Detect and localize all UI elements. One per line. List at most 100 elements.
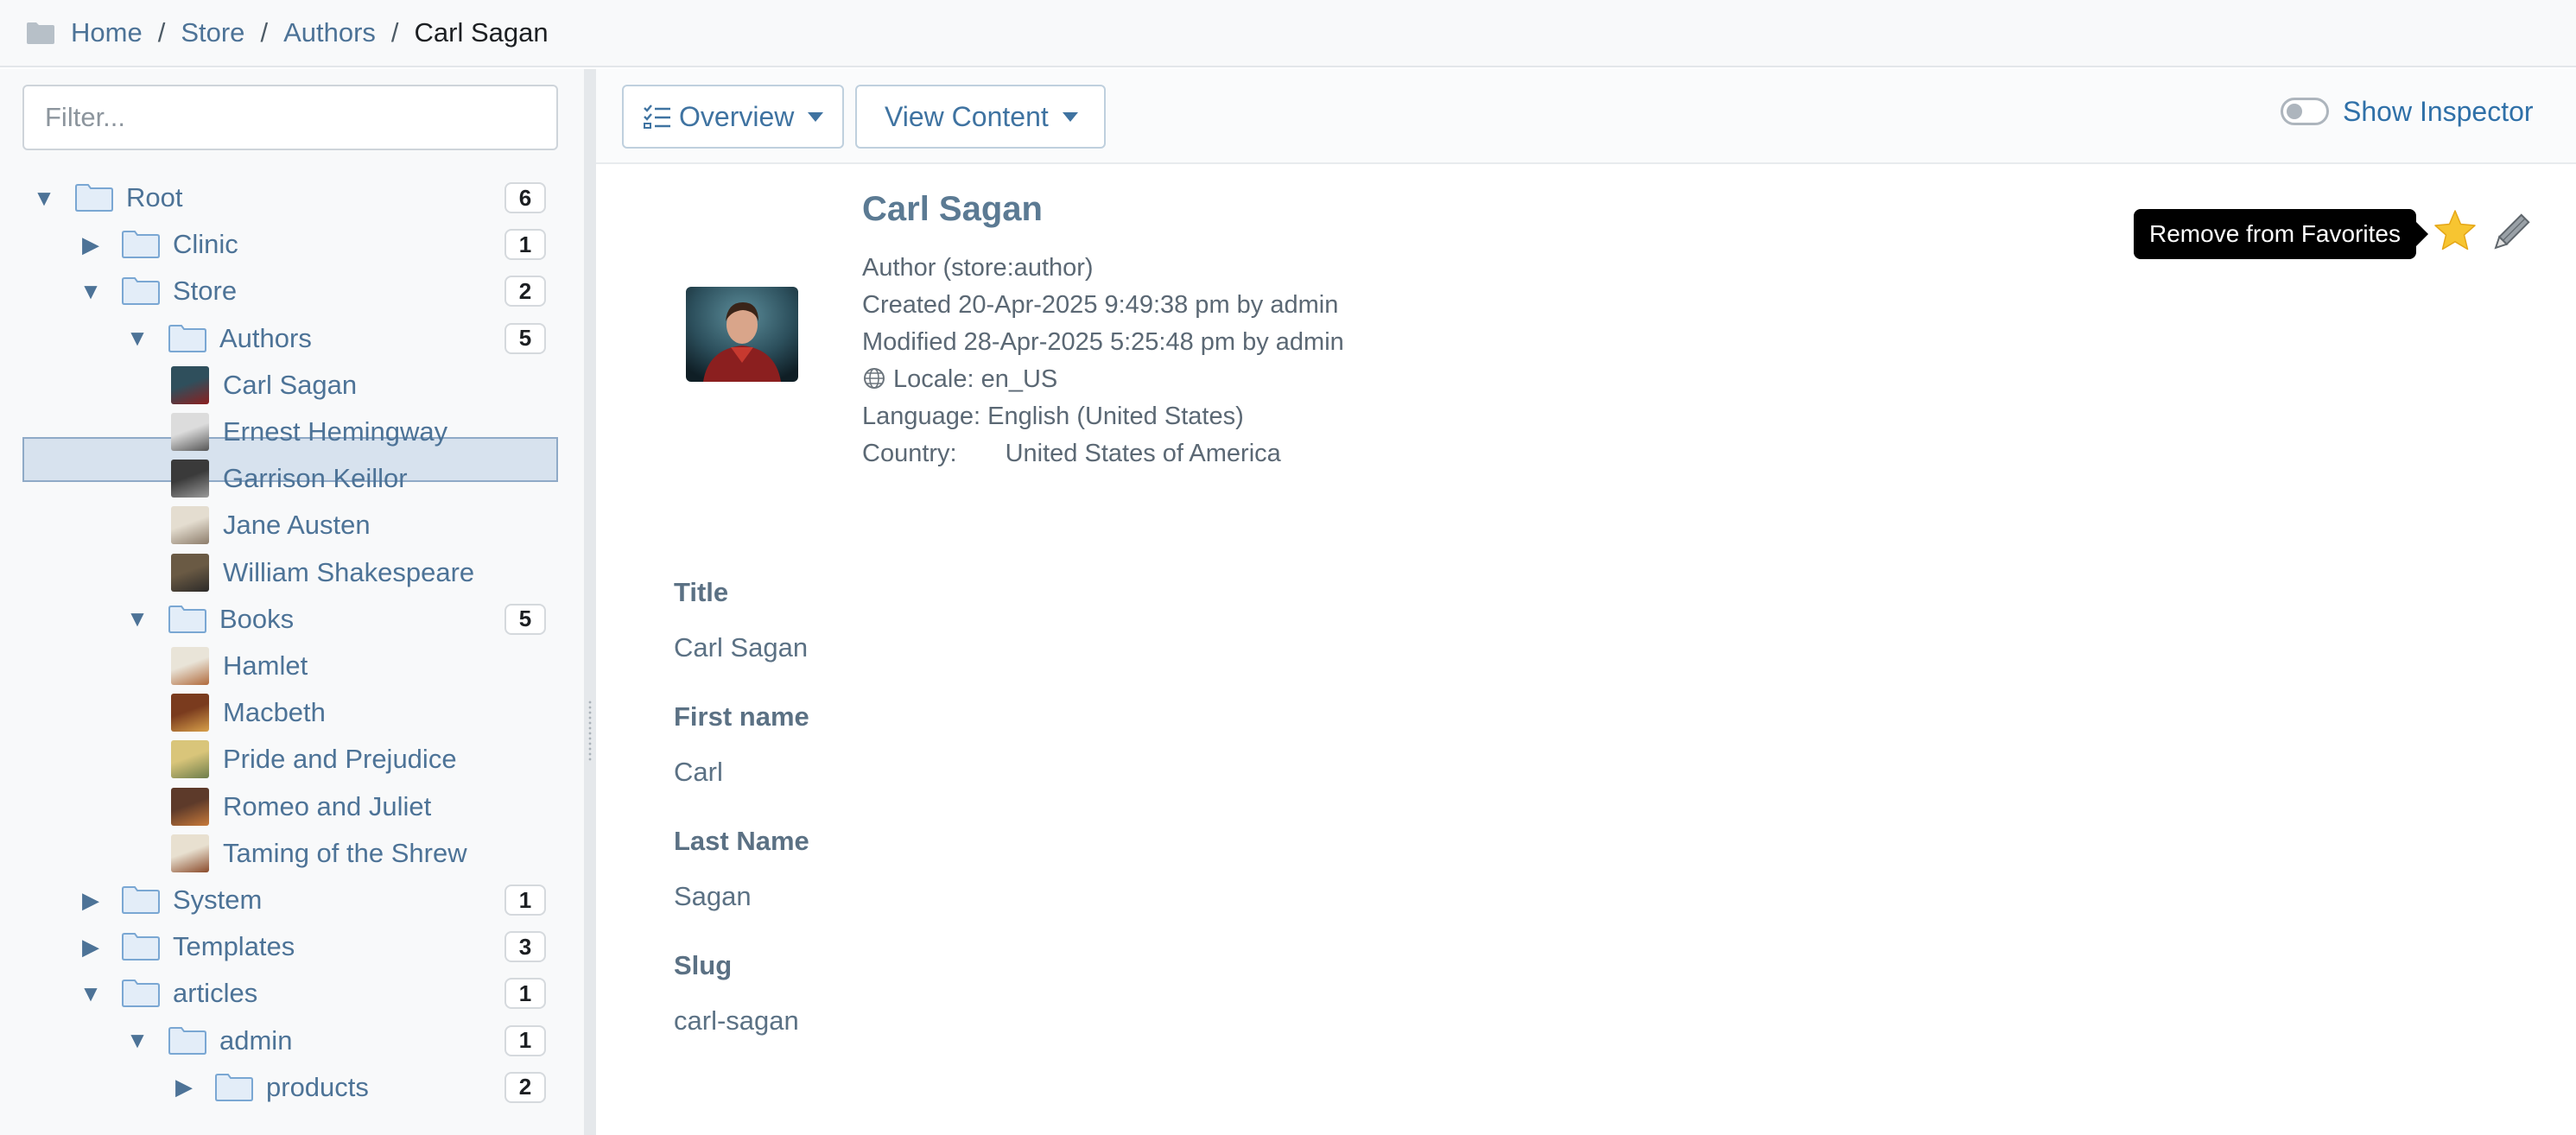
field-label-slug: Slug — [674, 950, 733, 980]
tree-folder[interactable]: ▶ products — [171, 1066, 369, 1109]
field-value-slug: carl-sagan — [674, 1005, 799, 1036]
tree-label: System — [173, 885, 263, 915]
globe-icon — [864, 368, 885, 389]
tree-item[interactable]: Romeo and Juliet — [171, 785, 431, 828]
tree-item[interactable]: Carl Sagan — [171, 364, 357, 407]
overview-label: Overview — [679, 100, 795, 132]
tree-item[interactable]: Taming of the Shrew — [171, 832, 467, 875]
breadcrumb-separator: / — [157, 17, 166, 48]
view-content-button[interactable]: View Content — [855, 85, 1106, 149]
tree-folder[interactable]: ▶ Clinic — [78, 223, 238, 266]
tree-label: Ernest Hemingway — [223, 416, 448, 447]
pane-splitter[interactable] — [584, 69, 596, 1135]
locale-line: Locale: en_US — [862, 365, 1057, 394]
caret-down-icon — [808, 111, 824, 122]
type-line: Author (store:author) — [862, 254, 1094, 282]
folder-icon — [122, 886, 160, 914]
item-thumbnail — [171, 740, 209, 779]
toolbar: Overview View Content Show Inspector — [596, 69, 2576, 164]
item-thumbnail — [171, 694, 209, 732]
breadcrumb-separator: / — [260, 17, 269, 48]
modified-line: Modified 28-Apr-2025 5:25:48 pm by admin — [862, 328, 1344, 356]
tree-folder[interactable]: ▼ Books — [124, 598, 294, 641]
tree-item[interactable]: Macbeth — [171, 691, 326, 734]
field-value-last-name: Sagan — [674, 881, 752, 911]
star-icon[interactable] — [2431, 207, 2479, 256]
item-thumbnail — [171, 553, 209, 592]
caret-down-icon[interactable]: ▼ — [124, 1027, 150, 1054]
tree-label: Jane Austen — [223, 510, 371, 541]
avatar — [686, 287, 798, 382]
splitter-grip[interactable] — [587, 700, 593, 762]
tree-label: Hamlet — [223, 650, 308, 681]
tree-item[interactable]: Garrison Keillor — [171, 457, 408, 500]
tree-folder[interactable]: ▼ Authors — [124, 317, 312, 360]
tree-label: Garrison Keillor — [223, 463, 408, 494]
page-title: Carl Sagan — [862, 190, 1043, 228]
item-thumbnail — [171, 647, 209, 685]
caret-down-icon[interactable]: ▼ — [78, 278, 104, 305]
inspector-toggle-group[interactable]: Show Inspector — [2281, 90, 2534, 133]
folder-icon — [122, 980, 160, 1008]
tree-label: admin — [219, 1024, 293, 1056]
language-line: Language: English (United States) — [862, 403, 1244, 430]
tree-folder[interactable]: ▼ admin — [124, 1019, 292, 1062]
inspector-label[interactable]: Show Inspector — [2343, 96, 2534, 128]
folder-icon — [27, 22, 54, 44]
folder-icon — [168, 605, 206, 633]
folder-icon — [122, 277, 160, 306]
caret-down-icon[interactable]: ▼ — [124, 606, 150, 632]
child-count-badge: 6 — [504, 182, 546, 213]
item-thumbnail — [171, 506, 209, 545]
field-label-first-name: First name — [674, 701, 809, 732]
breadcrumb-store[interactable]: Store — [181, 17, 244, 48]
caret-down-icon[interactable]: ▼ — [124, 325, 150, 352]
main-pane: Overview View Content Show Inspector Car… — [596, 69, 2576, 1135]
child-count-badge: 2 — [504, 276, 546, 308]
favorites-tooltip: Remove from Favorites — [2134, 209, 2428, 259]
overview-button[interactable]: Overview — [622, 85, 845, 149]
caret-down-icon[interactable]: ▼ — [31, 185, 57, 212]
folder-icon — [168, 1026, 206, 1055]
breadcrumb-authors[interactable]: Authors — [283, 17, 376, 48]
tree-folder[interactable]: ▼ Root — [31, 176, 182, 219]
child-count-badge: 3 — [504, 931, 546, 963]
caret-right-icon[interactable]: ▶ — [78, 231, 104, 258]
caret-down-icon[interactable]: ▼ — [78, 980, 104, 1007]
tree-item[interactable]: Pride and Prejudice — [171, 738, 457, 781]
tree-folder[interactable]: ▼ Store — [78, 269, 237, 313]
child-count-badge: 5 — [504, 603, 546, 635]
breadcrumb-home[interactable]: Home — [71, 17, 143, 48]
tree-label: Macbeth — [223, 697, 326, 728]
caret-right-icon[interactable]: ▶ — [171, 1074, 197, 1100]
filter-input[interactable] — [22, 85, 558, 150]
tree-folder[interactable]: ▶ Templates — [78, 925, 295, 968]
field-label-last-name: Last Name — [674, 826, 809, 856]
child-count-badge: 2 — [504, 1071, 546, 1103]
tree-label: Root — [126, 182, 183, 212]
folder-icon — [122, 933, 160, 961]
folder-icon — [75, 184, 113, 212]
created-line: Created 20-Apr-2025 9:49:38 pm by admin — [862, 291, 1339, 319]
country-value: United States of America — [1005, 440, 1281, 467]
tree-label: articles — [173, 978, 258, 1009]
tree-item[interactable]: Hamlet — [171, 644, 308, 688]
tree-label: Carl Sagan — [223, 369, 358, 400]
item-thumbnail — [171, 834, 209, 872]
caret-right-icon[interactable]: ▶ — [78, 934, 104, 961]
tree-folder[interactable]: ▼ articles — [78, 972, 257, 1015]
inspector-toggle[interactable] — [2281, 98, 2329, 125]
caret-right-icon[interactable]: ▶ — [78, 887, 104, 914]
tree-label: Clinic — [173, 229, 238, 260]
pencil-icon[interactable] — [2486, 209, 2535, 257]
breadcrumb: Home / Store / Authors / Carl Sagan — [0, 0, 2576, 67]
item-thumbnail — [171, 413, 209, 451]
tree-folder[interactable]: ▶ System — [78, 878, 262, 922]
author-portrait — [686, 287, 798, 382]
tree-item[interactable]: William Shakespeare — [171, 551, 474, 594]
item-thumbnail — [171, 787, 209, 826]
tree-item[interactable]: Ernest Hemingway — [171, 410, 447, 453]
tree-label: William Shakespeare — [223, 556, 475, 587]
field-label-title: Title — [674, 577, 729, 607]
tree-item[interactable]: Jane Austen — [171, 504, 371, 547]
